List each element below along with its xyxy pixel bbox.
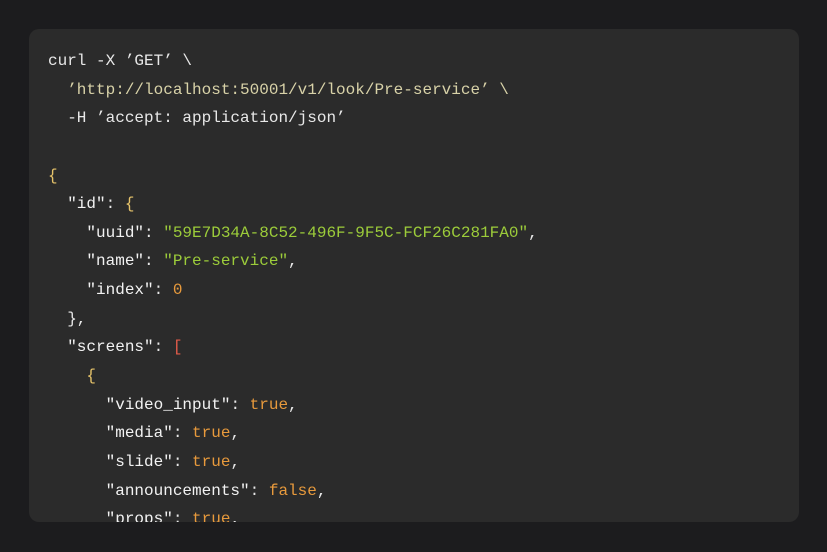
code-token-bool: true bbox=[192, 424, 231, 443]
code-token-key: ″video_input″ bbox=[105, 395, 231, 414]
code-line: ″props″: true, bbox=[48, 505, 538, 522]
code-token-punct: : bbox=[172, 424, 193, 443]
code-token-key: ″media″ bbox=[105, 424, 173, 443]
code-token-key: ″uuid″ bbox=[86, 223, 145, 242]
code-token-punct: : bbox=[105, 195, 125, 214]
code-line: ″uuid″: ″59E7D34A-8C52-496F-9F5C-FCF26C2… bbox=[48, 219, 538, 248]
code-token-punct: , bbox=[288, 252, 298, 271]
code-token-punct: : bbox=[153, 338, 173, 357]
code-line: ″media″: true, bbox=[48, 419, 538, 448]
code-token-plain: curl -X ’GET’ \ bbox=[48, 52, 193, 70]
code-token-punct: , bbox=[316, 481, 327, 500]
code-token-key: ″props″ bbox=[105, 510, 173, 522]
code-token-plain: -H ’accept: application/json’ bbox=[67, 109, 346, 128]
code-token-punct: : bbox=[172, 510, 193, 522]
code-line: -H ’accept: application/json’ bbox=[48, 104, 538, 133]
code-line: ″name″: ″Pre-service″, bbox=[48, 247, 538, 276]
code-token-key: ″slide″ bbox=[105, 452, 173, 471]
code-token-bool: true bbox=[249, 395, 289, 414]
code-token-bool: true bbox=[192, 510, 231, 522]
code-token-bracket: [ bbox=[172, 338, 183, 357]
code-line: ’http://localhost:50001/v1/look/Pre-serv… bbox=[48, 76, 538, 105]
code-line: ″video_input″: true, bbox=[48, 391, 538, 420]
code-line: { bbox=[48, 362, 538, 391]
code-block-panel: curl -X ’GET’ \ ’http://localhost:50001/… bbox=[29, 29, 799, 522]
code-token-punct: : bbox=[144, 223, 164, 242]
code-token-punct: , bbox=[230, 452, 241, 471]
code-line: ″index″: 0 bbox=[48, 276, 538, 305]
code-line: curl -X ’GET’ \ bbox=[48, 47, 538, 76]
code-token-num: 0 bbox=[172, 281, 183, 300]
code-token-url: ’http://localhost:50001/v1/look/Pre-serv… bbox=[67, 80, 509, 99]
code-token-punct: : bbox=[153, 281, 173, 300]
code-token-str: ″Pre-service″ bbox=[163, 252, 289, 271]
code-token-brace: { bbox=[48, 166, 58, 185]
code-line: ″slide″: true, bbox=[48, 448, 538, 477]
code-token-punct: , bbox=[230, 510, 241, 522]
code-token-str: ″59E7D34A-8C52-496F-9F5C-FCF26C281FA0″ bbox=[163, 223, 529, 242]
code-token-bool: false bbox=[268, 481, 317, 500]
code-line: ″id″: { bbox=[48, 190, 538, 219]
code-token-brace: { bbox=[124, 195, 135, 214]
code-token-punct: , bbox=[230, 424, 241, 443]
code-line: ″announcements″: false, bbox=[48, 477, 538, 506]
code-token-key: ″screens″ bbox=[67, 338, 154, 357]
code-token-punct: }, bbox=[67, 309, 87, 328]
code-token-key: ″index″ bbox=[86, 281, 154, 300]
code-token-punct: : bbox=[172, 452, 193, 471]
code-line: }, bbox=[48, 305, 538, 334]
code-token-brace: { bbox=[86, 367, 97, 386]
code-token-key: ″announcements″ bbox=[105, 481, 250, 500]
code-line: { bbox=[48, 162, 538, 191]
code-token-punct: : bbox=[249, 481, 269, 500]
code-token-punct: : bbox=[144, 252, 164, 271]
code-line: ″screens″: [ bbox=[48, 333, 538, 362]
code-token-punct: : bbox=[230, 395, 250, 414]
code-token-punct: , bbox=[528, 223, 538, 242]
code-token-punct: , bbox=[288, 395, 298, 414]
code-token-bool: true bbox=[192, 452, 231, 471]
code-content[interactable]: curl -X ’GET’ \ ’http://localhost:50001/… bbox=[48, 47, 538, 522]
code-token-key: ″name″ bbox=[86, 252, 145, 271]
code-token-key: ″id″ bbox=[67, 195, 106, 214]
